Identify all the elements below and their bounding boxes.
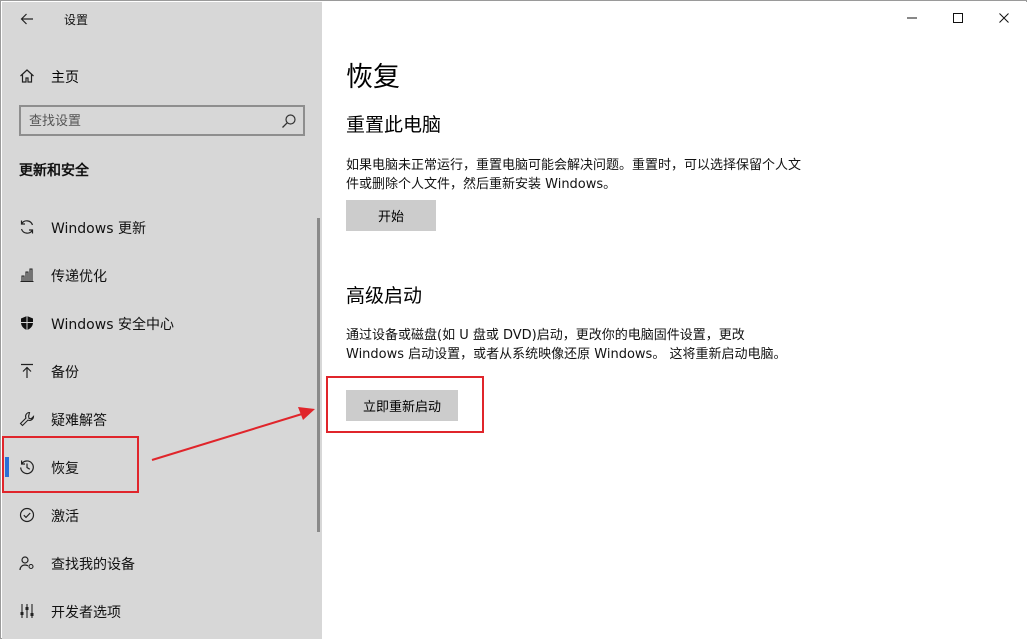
back-button[interactable] xyxy=(12,6,42,32)
sidebar-item-label: 开发者选项 xyxy=(51,605,121,621)
sidebar-item-label: 查找我的设备 xyxy=(51,557,135,573)
main-content: 恢复 重置此电脑 如果电脑未正常运行，重置电脑可能会解决问题。重置时，可以选择保… xyxy=(322,2,1027,639)
minimize-icon xyxy=(907,17,917,19)
section-title: 更新和安全 xyxy=(19,163,89,179)
sidebar-item-find-my-device[interactable]: 查找我的设备 xyxy=(2,543,320,583)
sidebar-item-label: 传递优化 xyxy=(51,269,107,285)
backup-upload-icon xyxy=(21,363,33,378)
reset-pc-heading: 重置此电脑 xyxy=(346,114,442,136)
search-input[interactable] xyxy=(29,112,269,130)
app-title: 设置 xyxy=(64,13,89,27)
close-icon xyxy=(999,13,1009,23)
sidebar-item-troubleshoot[interactable]: 疑难解答 xyxy=(2,399,320,439)
check-circle-icon xyxy=(19,507,35,523)
sidebar-item-backup[interactable]: 备份 xyxy=(2,351,320,391)
advanced-startup-description: 通过设备或磁盘(如 U 盘或 DVD)启动，更改你的电脑固件设置，更改 Wind… xyxy=(346,328,787,362)
maximize-icon xyxy=(953,13,963,23)
restart-button-highlight-box xyxy=(326,376,484,433)
page-title: 恢复 xyxy=(346,62,400,93)
developer-options-icon xyxy=(20,604,34,618)
sidebar-item-label: Windows 安全中心 xyxy=(51,317,174,333)
sync-icon xyxy=(20,220,34,234)
sidebar-item-label: Windows 更新 xyxy=(51,221,146,237)
sidebar: 设置 主页 更新和安全 Windows 更新 传递 xyxy=(2,2,322,639)
sidebar-item-label: 激活 xyxy=(51,509,79,525)
advanced-startup-heading: 高级启动 xyxy=(346,285,423,307)
sidebar-item-windows-update[interactable]: Windows 更新 xyxy=(2,207,320,247)
sidebar-scrollbar[interactable] xyxy=(317,218,320,532)
maximize-button[interactable] xyxy=(935,2,981,34)
person-locate-icon xyxy=(19,556,34,571)
shield-icon xyxy=(21,316,33,330)
reset-pc-description: 如果电脑未正常运行，重置电脑可能会解决问题。重置时，可以选择保留个人文件或删除个… xyxy=(346,158,802,192)
sidebar-item-label: 主页 xyxy=(51,70,79,86)
delivery-optimization-icon xyxy=(20,268,34,283)
sidebar-item-label: 疑难解答 xyxy=(51,413,107,429)
minimize-button[interactable] xyxy=(889,2,935,34)
sidebar-item-home[interactable]: 主页 xyxy=(2,60,322,92)
sidebar-item-activation[interactable]: 激活 xyxy=(2,495,320,535)
home-icon xyxy=(20,69,34,83)
sidebar-item-delivery-optimization[interactable]: 传递优化 xyxy=(2,255,320,295)
sidebar-item-developer-options[interactable]: 开发者选项 xyxy=(2,591,320,631)
back-arrow-icon xyxy=(20,13,33,25)
recovery-highlight-box xyxy=(2,436,139,493)
close-button[interactable] xyxy=(981,2,1027,34)
search-icon[interactable] xyxy=(281,113,297,129)
settings-window: 设置 主页 更新和安全 Windows 更新 传递 xyxy=(0,0,1027,639)
reset-start-button[interactable]: 开始 xyxy=(346,200,436,231)
search-box[interactable] xyxy=(19,105,305,136)
sidebar-item-windows-security[interactable]: Windows 安全中心 xyxy=(2,303,320,343)
sidebar-item-label: 备份 xyxy=(51,365,79,381)
wrench-icon xyxy=(19,411,35,427)
